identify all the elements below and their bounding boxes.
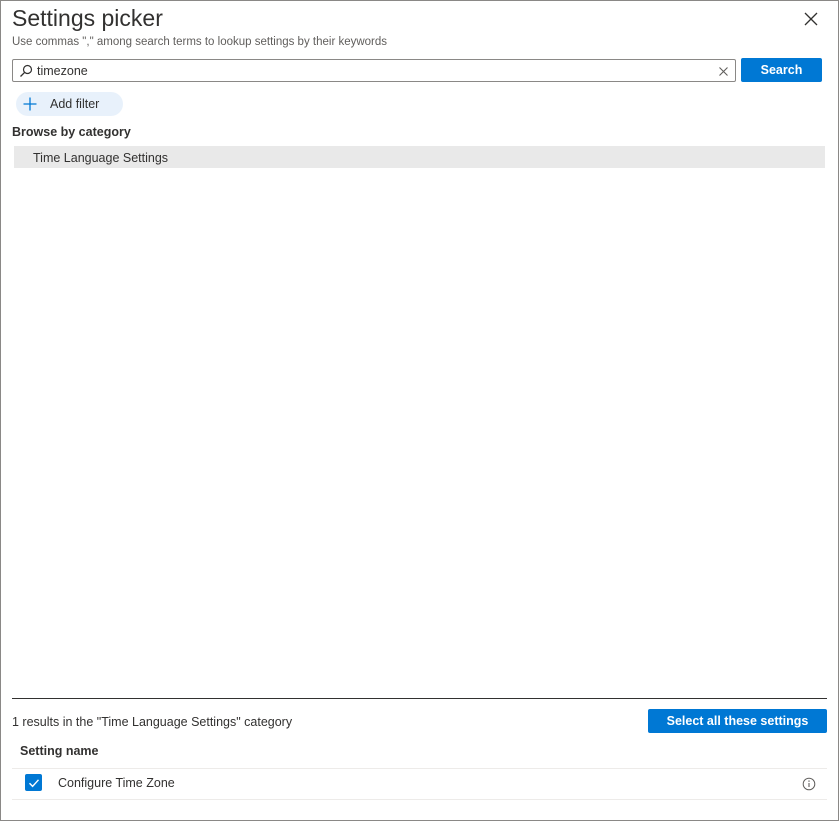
setting-checkbox[interactable] [25, 774, 42, 791]
search-icon [20, 64, 33, 77]
page-subtitle: Use commas "," among search terms to loo… [12, 36, 388, 48]
close-icon [804, 12, 818, 26]
plus-icon [22, 96, 38, 112]
table-row: Configure Time Zone [12, 769, 827, 800]
results-summary: 1 results in the "Time Language Settings… [12, 715, 293, 729]
add-filter-label: Add filter [50, 97, 100, 111]
category-label: Time Language Settings [33, 151, 169, 165]
select-all-button[interactable]: Select all these settings [648, 709, 827, 733]
search-button[interactable]: Search [741, 58, 822, 82]
close-button[interactable] [799, 7, 823, 31]
settings-picker-panel: Settings picker Use commas "," among sea… [0, 0, 839, 821]
clear-search-button[interactable] [716, 64, 730, 78]
browse-heading: Browse by category [12, 125, 131, 139]
search-input[interactable] [37, 62, 707, 79]
add-filter-button[interactable]: Add filter [16, 92, 123, 116]
section-divider [12, 698, 827, 699]
info-icon[interactable] [802, 777, 816, 791]
category-item-time-language-settings[interactable]: Time Language Settings [14, 146, 825, 168]
page-title: Settings picker [12, 5, 163, 31]
search-box [12, 59, 736, 82]
checkmark-icon [28, 778, 39, 787]
setting-label: Configure Time Zone [58, 776, 175, 790]
clear-icon [718, 66, 728, 76]
column-header-setting-name: Setting name [20, 744, 99, 758]
